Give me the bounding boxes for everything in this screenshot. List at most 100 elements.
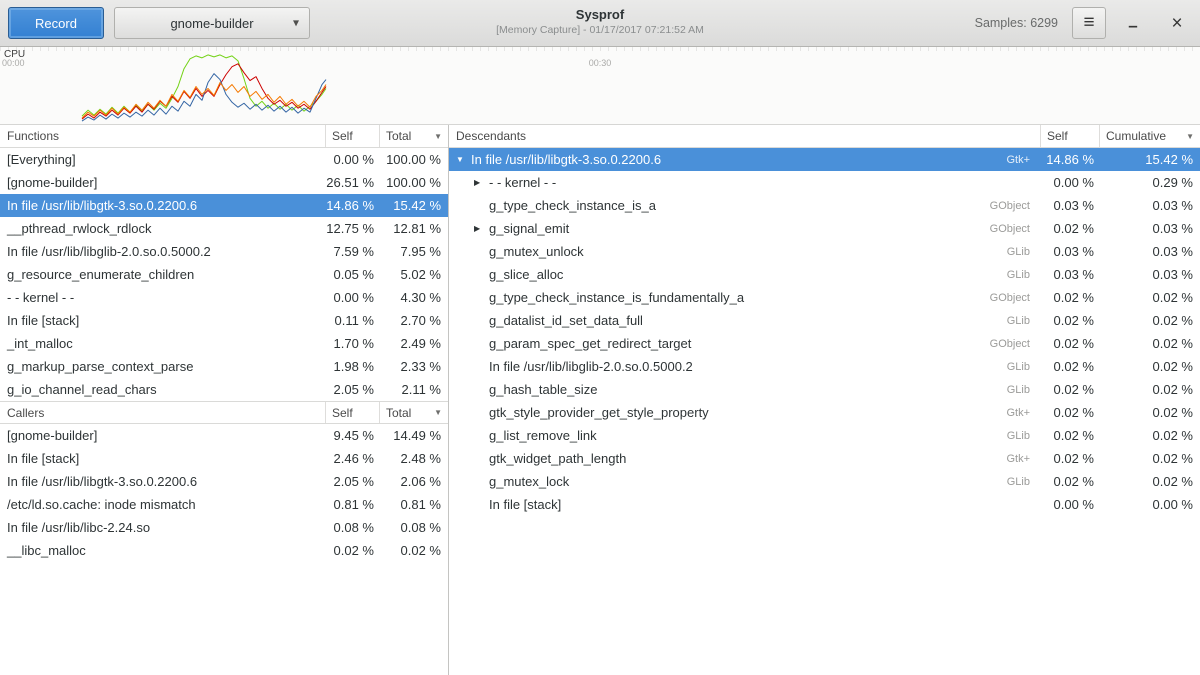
function-name: In file /usr/lib/libglib-2.0.so.0.5000.2 xyxy=(7,244,211,259)
functions-row[interactable]: _int_malloc1.70 %2.49 % xyxy=(0,332,448,355)
descendants-row[interactable]: g_hash_table_sizeGLib0.02 %0.02 % xyxy=(449,378,1200,401)
column-header-self[interactable]: Self xyxy=(325,402,379,423)
cumulative-percent: 0.00 % xyxy=(1099,497,1200,512)
self-percent: 0.00 % xyxy=(1040,175,1099,190)
total-percent: 5.02 % xyxy=(379,267,448,282)
function-name-cell: ▶- - kernel - - xyxy=(449,175,1040,190)
function-name: In file /usr/lib/libgtk-3.so.0.2200.6 xyxy=(7,198,197,213)
function-name-cell: In file [stack] xyxy=(0,451,325,466)
library-tag: GLib xyxy=(999,315,1040,327)
self-percent: 0.08 % xyxy=(325,520,379,535)
functions-row[interactable]: __pthread_rwlock_rdlock12.75 %12.81 % xyxy=(0,217,448,240)
descendants-row[interactable]: In file [stack]0.00 %0.00 % xyxy=(449,493,1200,516)
column-header-total[interactable]: Total ▼ xyxy=(379,125,448,147)
functions-row[interactable]: g_resource_enumerate_children 0.05 %5.02 … xyxy=(0,263,448,286)
functions-row[interactable]: g_io_channel_read_chars2.05 %2.11 % xyxy=(0,378,448,401)
function-name-cell: g_io_channel_read_chars xyxy=(0,382,325,397)
minimize-button[interactable]: – xyxy=(1118,8,1148,38)
self-percent: 0.03 % xyxy=(1040,244,1099,259)
function-name-cell: In file [stack] xyxy=(0,313,325,328)
functions-row[interactable]: In file /usr/lib/libgtk-3.so.0.2200.614.… xyxy=(0,194,448,217)
total-percent: 2.06 % xyxy=(379,474,448,489)
process-selector-dropdown[interactable]: gnome-builder ▾ xyxy=(114,7,310,39)
hamburger-icon: ≡ xyxy=(1083,13,1094,32)
column-header-cumulative[interactable]: Cumulative ▼ xyxy=(1099,125,1200,147)
descendants-row[interactable]: g_mutex_unlockGLib0.03 %0.03 % xyxy=(449,240,1200,263)
samples-count: Samples: 6299 xyxy=(975,16,1058,30)
record-button[interactable]: Record xyxy=(8,7,104,39)
callers-row[interactable]: __libc_malloc0.02 %0.02 % xyxy=(0,539,448,562)
column-header-total[interactable]: Total ▼ xyxy=(379,402,448,423)
functions-row[interactable]: In file /usr/lib/libglib-2.0.so.0.5000.2… xyxy=(0,240,448,263)
function-name: g_mutex_unlock xyxy=(489,244,584,259)
descendants-row[interactable]: ▶g_signal_emitGObject0.02 %0.03 % xyxy=(449,217,1200,240)
functions-row[interactable]: In file [stack]0.11 %2.70 % xyxy=(0,309,448,332)
function-name-cell: In file [stack] xyxy=(449,497,1040,512)
self-percent: 0.03 % xyxy=(1040,267,1099,282)
descendants-row[interactable]: gtk_widget_path_lengthGtk+0.02 %0.02 % xyxy=(449,447,1200,470)
functions-row[interactable]: - - kernel - -0.00 %4.30 % xyxy=(0,286,448,309)
sort-indicator-icon: ▼ xyxy=(434,408,442,417)
function-name: _int_malloc xyxy=(7,336,73,351)
function-name-cell: In file /usr/lib/libgtk-3.so.0.2200.6 xyxy=(0,474,325,489)
function-name: gtk_style_provider_get_style_property xyxy=(489,405,709,420)
column-header-callers[interactable]: Callers xyxy=(0,402,325,423)
callers-row[interactable]: In file /usr/lib/libc-2.24.so0.08 %0.08 … xyxy=(0,516,448,539)
cumulative-percent: 0.02 % xyxy=(1099,313,1200,328)
minimize-dash-glyph: – xyxy=(1128,16,1137,36)
column-header-functions[interactable]: Functions xyxy=(0,125,325,147)
descendants-row[interactable]: gtk_style_provider_get_style_propertyGtk… xyxy=(449,401,1200,424)
functions-row[interactable]: g_markup_parse_context_parse1.98 %2.33 % xyxy=(0,355,448,378)
function-name: [gnome-builder] xyxy=(7,175,97,190)
menu-button[interactable]: ≡ xyxy=(1072,7,1106,39)
descendants-row[interactable]: g_datalist_id_set_data_fullGLib0.02 %0.0… xyxy=(449,309,1200,332)
callers-row[interactable]: In file [stack]2.46 %2.48 % xyxy=(0,447,448,470)
function-name: g_mutex_lock xyxy=(489,474,569,489)
close-icon: × xyxy=(1171,14,1182,33)
sort-indicator-icon: ▼ xyxy=(1186,132,1194,141)
descendants-row[interactable]: g_list_remove_linkGLib0.02 %0.02 % xyxy=(449,424,1200,447)
expander-collapsed-icon[interactable]: ▶ xyxy=(474,225,489,233)
descendants-row[interactable]: ▶- - kernel - -0.00 %0.29 % xyxy=(449,171,1200,194)
descendants-row[interactable]: g_mutex_lockGLib0.02 %0.02 % xyxy=(449,470,1200,493)
expander-collapsed-icon[interactable]: ▶ xyxy=(474,179,489,187)
descendants-row[interactable]: g_slice_allocGLib0.03 %0.03 % xyxy=(449,263,1200,286)
callers-row[interactable]: /etc/ld.so.cache: inode mismatch0.81 %0.… xyxy=(0,493,448,516)
callers-row[interactable]: [gnome-builder]9.45 %14.49 % xyxy=(0,424,448,447)
function-name: g_resource_enumerate_children xyxy=(7,267,194,282)
column-header-self[interactable]: Self xyxy=(1040,125,1099,147)
window-title: Sysprof xyxy=(496,7,704,24)
function-name: In file [stack] xyxy=(7,451,79,466)
callers-row[interactable]: In file /usr/lib/libgtk-3.so.0.2200.6 2.0… xyxy=(0,470,448,493)
function-name-cell: ▼In file /usr/lib/libgtk-3.so.0.2200.6Gt… xyxy=(449,152,1040,167)
descendants-table-body: ▼In file /usr/lib/libgtk-3.so.0.2200.6Gt… xyxy=(449,148,1200,516)
functions-row[interactable]: [Everything]0.00 %100.00 % xyxy=(0,148,448,171)
self-percent: 0.00 % xyxy=(325,290,379,305)
cumulative-percent: 0.02 % xyxy=(1099,405,1200,420)
column-header-descendants[interactable]: Descendants xyxy=(449,125,1040,147)
function-name: g_hash_table_size xyxy=(489,382,597,397)
total-percent: 0.81 % xyxy=(379,497,448,512)
self-percent: 0.03 % xyxy=(1040,198,1099,213)
close-button[interactable]: × xyxy=(1162,8,1192,38)
descendants-row[interactable]: g_type_check_instance_is_aGObject0.03 %0… xyxy=(449,194,1200,217)
cpu-usage-chart xyxy=(0,47,1200,124)
functions-row[interactable]: [gnome-builder]26.51 %100.00 % xyxy=(0,171,448,194)
cumulative-percent: 0.02 % xyxy=(1099,336,1200,351)
cumulative-percent: 0.02 % xyxy=(1099,451,1200,466)
descendants-row[interactable]: ▼In file /usr/lib/libgtk-3.so.0.2200.6Gt… xyxy=(449,148,1200,171)
function-name: [Everything] xyxy=(7,152,76,167)
expander-expanded-icon[interactable]: ▼ xyxy=(456,156,471,164)
total-percent: 15.42 % xyxy=(379,198,448,213)
function-name-cell: gtk_style_provider_get_style_propertyGtk… xyxy=(449,405,1040,420)
self-percent: 0.00 % xyxy=(1040,497,1099,512)
self-percent: 0.05 % xyxy=(325,267,379,282)
function-name-cell: g_hash_table_sizeGLib xyxy=(449,382,1040,397)
function-name-cell: [gnome-builder] xyxy=(0,175,325,190)
descendants-row[interactable]: g_param_spec_get_redirect_targetGObject0… xyxy=(449,332,1200,355)
column-header-self[interactable]: Self xyxy=(325,125,379,147)
total-percent: 14.49 % xyxy=(379,428,448,443)
cpu-graph[interactable]: CPU 00:00 00:30 xyxy=(0,47,1200,125)
descendants-row[interactable]: g_type_check_instance_is_fundamentally_a… xyxy=(449,286,1200,309)
descendants-row[interactable]: In file /usr/lib/libglib-2.0.so.0.5000.2… xyxy=(449,355,1200,378)
